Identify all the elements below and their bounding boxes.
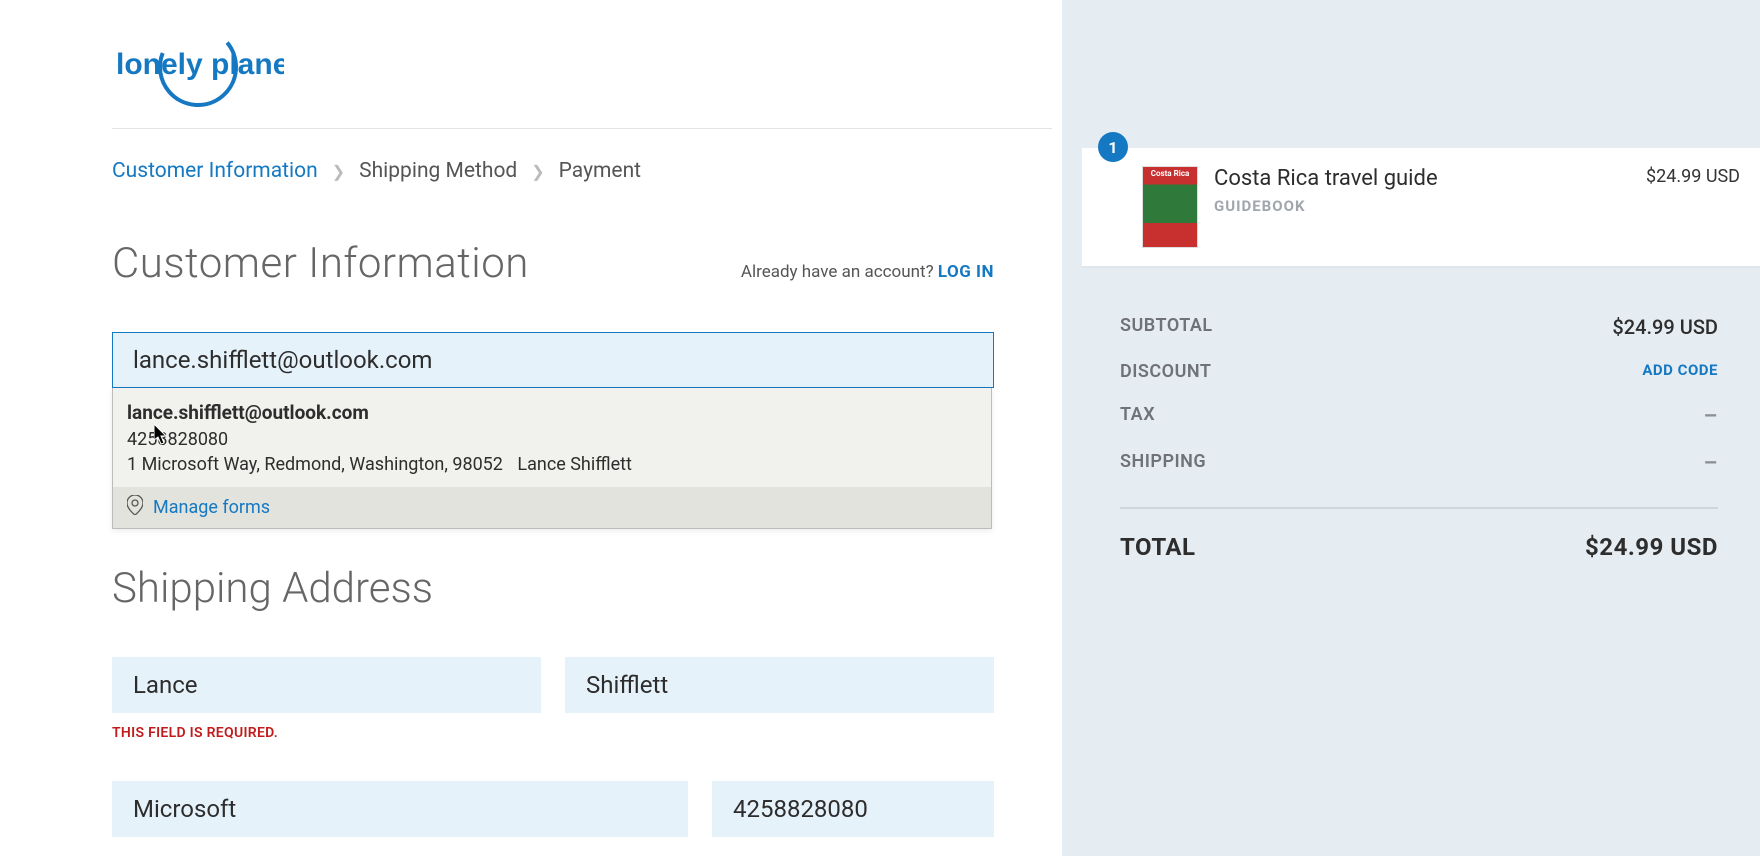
location-pin-icon xyxy=(127,495,143,520)
breadcrumb-customer-info[interactable]: Customer Information xyxy=(112,159,318,183)
subtotal-value: $24.99 USD xyxy=(1612,315,1718,339)
shipping-value: – xyxy=(1704,451,1719,476)
add-discount-code-link[interactable]: ADD CODE xyxy=(1642,361,1718,382)
tax-label: TAX xyxy=(1120,404,1155,429)
cart-item-title: Costa Rica travel guide xyxy=(1214,166,1630,191)
company-input[interactable] xyxy=(112,781,688,837)
breadcrumb-payment[interactable]: Payment xyxy=(559,159,641,183)
divider xyxy=(112,128,1052,129)
validation-error: THIS FIELD IS REQUIRED. xyxy=(112,725,541,741)
shipping-label: SHIPPING xyxy=(1120,451,1206,476)
cart-item-price: $24.99 USD xyxy=(1646,166,1740,187)
first-name-input[interactable] xyxy=(112,657,541,713)
totals-divider xyxy=(1120,507,1718,509)
chevron-right-icon: ❯ xyxy=(531,162,544,181)
autofill-dropdown: lance.shifflett@outlook.com 4258828080 1… xyxy=(112,388,992,529)
brand-text-1: lonely planet xyxy=(116,48,284,81)
login-link[interactable]: LOG IN xyxy=(938,262,994,282)
subtotal-label: SUBTOTAL xyxy=(1120,315,1213,339)
shipping-title: Shipping Address xyxy=(112,564,1022,613)
brand-logo[interactable]: lonely planet xyxy=(112,20,1022,128)
autofill-address: 1 Microsoft Way, Redmond, Washington, 98… xyxy=(127,454,503,475)
email-input[interactable] xyxy=(112,332,994,388)
cart-quantity-badge: 1 xyxy=(1098,132,1128,162)
breadcrumb-shipping-method[interactable]: Shipping Method xyxy=(359,159,517,183)
page-title: Customer Information xyxy=(112,239,529,288)
autofill-suggestion[interactable]: lance.shifflett@outlook.com 4258828080 1… xyxy=(113,388,991,487)
total-value: $24.99 USD xyxy=(1585,533,1718,561)
product-thumbnail: Costa Rica xyxy=(1142,166,1198,248)
discount-label: DISCOUNT xyxy=(1120,361,1211,382)
autofill-name: Lance Shifflett xyxy=(517,454,632,475)
order-summary-sidebar: 1 Costa Rica Costa Rica travel guide GUI… xyxy=(1062,0,1760,856)
autofill-phone: 4258828080 xyxy=(127,427,977,452)
phone-input[interactable] xyxy=(712,781,994,837)
cart-item: 1 Costa Rica Costa Rica travel guide GUI… xyxy=(1082,148,1760,268)
order-totals: SUBTOTAL $24.99 USD DISCOUNT ADD CODE TA… xyxy=(1062,268,1760,561)
breadcrumb: Customer Information ❯ Shipping Method ❯… xyxy=(112,159,1022,183)
last-name-input[interactable] xyxy=(565,657,994,713)
login-prompt: Already have an account? LOG IN xyxy=(741,262,994,282)
autofill-manage-row[interactable]: Manage forms xyxy=(113,487,991,528)
total-label: TOTAL xyxy=(1120,533,1196,561)
email-field-container: lance.shifflett@outlook.com 4258828080 1… xyxy=(112,332,994,388)
thumb-label: Costa Rica xyxy=(1145,169,1195,178)
login-question: Already have an account? xyxy=(741,262,938,282)
tax-value: – xyxy=(1704,404,1719,429)
autofill-email: lance.shifflett@outlook.com xyxy=(127,400,977,427)
chevron-right-icon: ❯ xyxy=(332,162,345,181)
manage-forms-link[interactable]: Manage forms xyxy=(153,497,270,518)
cart-item-type: GUIDEBOOK xyxy=(1214,197,1630,215)
